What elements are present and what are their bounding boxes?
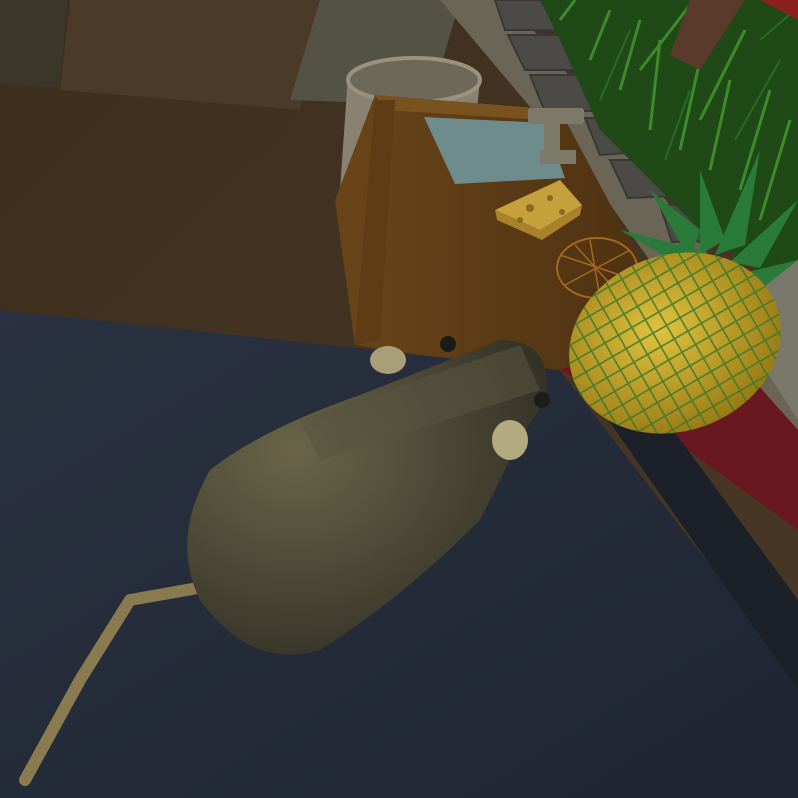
mouse-eye-left xyxy=(440,336,456,352)
mouse-eye-right xyxy=(534,392,550,408)
dark-box xyxy=(0,0,68,88)
game-viewport[interactable] xyxy=(0,0,798,798)
mouse-ear-left xyxy=(370,346,406,374)
mouse-ear-right xyxy=(492,420,528,460)
